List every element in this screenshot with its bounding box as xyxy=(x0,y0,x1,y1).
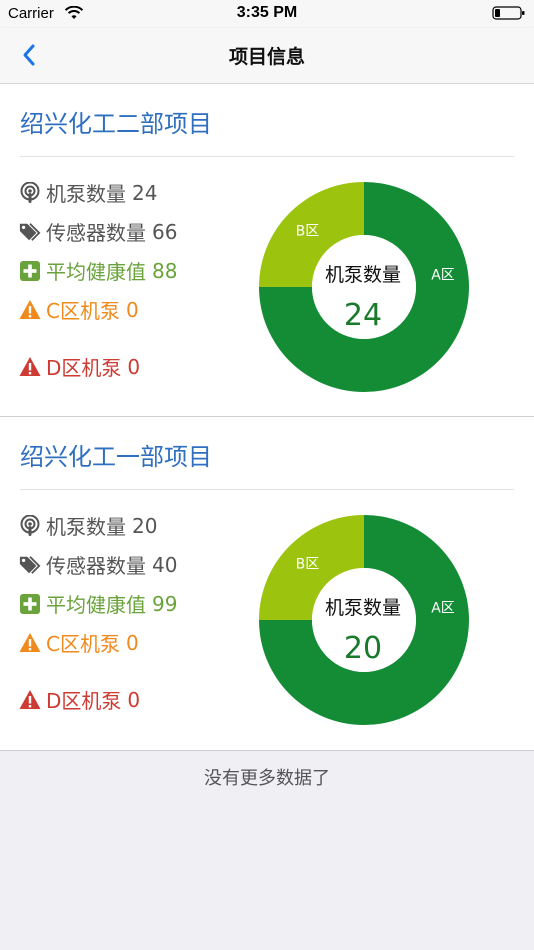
pump-count-row: 机泵数量 20 xyxy=(19,511,157,540)
c-zone-label: C区机泵 xyxy=(46,632,120,656)
donut-slice-label: A区 xyxy=(431,267,455,283)
pump-count-label: 机泵数量 xyxy=(46,182,126,206)
page-title: 项目信息 xyxy=(228,46,305,68)
warning-icon xyxy=(19,632,41,652)
warning-icon xyxy=(19,689,41,709)
warning-icon xyxy=(19,299,41,319)
sensor-count-label: 传感器数量 xyxy=(46,221,146,245)
battery-icon xyxy=(492,6,525,20)
sensor-count-label: 传感器数量 xyxy=(46,554,146,578)
pump-count-row: 机泵数量 24 xyxy=(19,178,157,207)
project-card[interactable]: 绍兴化工二部项目 机泵数量 24 传感器数量 66 平均健康值 88 C区机泵 … xyxy=(0,84,534,417)
d-zone-row: D区机泵 0 xyxy=(19,352,140,381)
tags-icon xyxy=(19,555,41,574)
donut-slice-label: B区 xyxy=(296,223,320,239)
sensor-count-value: 66 xyxy=(152,219,178,244)
c-zone-row: C区机泵 0 xyxy=(19,628,139,657)
health-value-row: 平均健康值 88 xyxy=(19,256,177,285)
health-value-value: 88 xyxy=(152,258,178,283)
project-card[interactable]: 绍兴化工一部项目 机泵数量 20 传感器数量 40 平均健康值 99 C区机泵 … xyxy=(0,417,534,751)
podcast-icon xyxy=(20,514,40,536)
donut-center-value: 24 xyxy=(343,298,383,333)
donut-slice-label: B区 xyxy=(296,556,320,572)
c-zone-value: 0 xyxy=(125,297,139,322)
pump-count-value: 20 xyxy=(132,513,158,538)
sensor-count-row: 传感器数量 40 xyxy=(19,550,177,579)
d-zone-label: D区机泵 xyxy=(46,689,122,713)
d-zone-value: 0 xyxy=(127,354,141,379)
warning-icon xyxy=(19,356,41,376)
d-zone-label: D区机泵 xyxy=(46,356,122,380)
plus-square-icon xyxy=(20,593,40,614)
donut-center-label: 机泵数量 xyxy=(324,264,401,286)
pump-donut-chart[interactable]: A区 B区 xyxy=(258,514,470,726)
project-title: 绍兴化工一部项目 xyxy=(20,443,212,471)
plus-square-icon xyxy=(20,260,40,281)
navigation-bar: 项目信息 xyxy=(0,28,534,84)
health-value-row: 平均健康值 99 xyxy=(19,589,177,618)
sensor-count-value: 40 xyxy=(152,552,178,577)
status-bar: Carrier 3:35 PM xyxy=(0,0,534,28)
donut-slice-label: A区 xyxy=(431,600,455,616)
health-value-label: 平均健康值 xyxy=(46,593,146,617)
podcast-icon xyxy=(20,181,40,203)
pump-count-value: 24 xyxy=(132,180,158,205)
c-zone-label: C区机泵 xyxy=(46,299,120,323)
donut-center-label: 机泵数量 xyxy=(324,597,401,619)
d-zone-row: D区机泵 0 xyxy=(19,685,140,714)
tags-icon xyxy=(19,222,41,241)
health-value-value: 99 xyxy=(152,591,178,616)
sensor-count-row: 传感器数量 66 xyxy=(19,217,177,246)
health-value-label: 平均健康值 xyxy=(46,260,146,284)
project-title: 绍兴化工二部项目 xyxy=(20,110,212,138)
c-zone-value: 0 xyxy=(125,630,139,655)
pump-count-label: 机泵数量 xyxy=(46,515,126,539)
no-more-data-label: 没有更多数据了 xyxy=(204,768,330,789)
donut-center-value: 20 xyxy=(343,631,383,666)
divider xyxy=(20,156,514,157)
divider xyxy=(20,489,514,490)
pump-donut-chart[interactable]: A区 B区 xyxy=(258,181,470,393)
status-time: 3:35 PM xyxy=(236,4,298,21)
c-zone-row: C区机泵 0 xyxy=(19,295,139,324)
d-zone-value: 0 xyxy=(127,687,141,712)
